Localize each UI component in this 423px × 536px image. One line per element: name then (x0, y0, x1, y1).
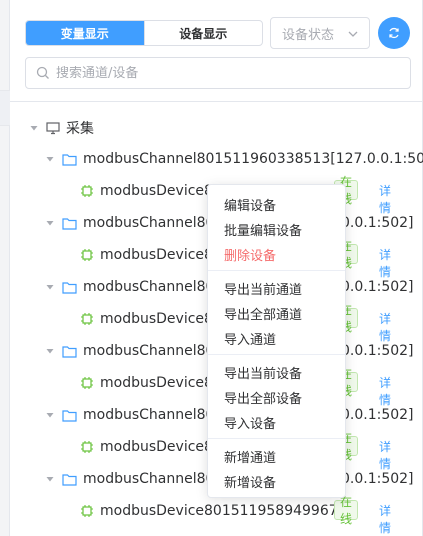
menu-item-edit-device[interactable]: 编辑设备 (224, 195, 276, 214)
tree-root-node[interactable]: 采集 (29, 115, 94, 141)
tree-channel-node[interactable]: modbusChannel80 (45, 274, 214, 300)
device-label: modbusDevice80 (100, 439, 222, 455)
chip-icon (81, 313, 93, 325)
folder-icon (62, 473, 77, 486)
menu-item-import-device[interactable]: 导入设备 (224, 413, 276, 432)
channel-address-suffix: 0.0.1:502] (341, 279, 414, 295)
caret-down-icon (46, 349, 54, 354)
menu-item-export-all-devices[interactable]: 导出全部设备 (224, 388, 302, 407)
tab-device-view[interactable]: 设备显示 (143, 21, 263, 45)
menu-divider (208, 438, 345, 439)
menu-divider (208, 354, 345, 355)
channel-label: modbusChannel801511960338513[127.0.0.1:5… (83, 151, 423, 167)
left-sidebar-edge (0, 0, 10, 536)
search-icon (36, 66, 49, 79)
caret-down-icon (46, 477, 54, 482)
chip-icon (81, 505, 93, 517)
caret-down-icon (30, 126, 38, 131)
menu-item-add-channel[interactable]: 新增通道 (224, 447, 276, 466)
channel-address-suffix: 0.0.1:502] (341, 215, 414, 231)
menu-item-export-all-channels[interactable]: 导出全部通道 (224, 304, 302, 323)
menu-item-export-current-channel[interactable]: 导出当前通道 (224, 279, 302, 298)
channel-address-suffix: 0.0.1:502] (341, 471, 414, 487)
tree-device-node[interactable]: modbusDevice80 (80, 370, 222, 396)
tree-device-node[interactable]: modbusDevice80 (80, 306, 222, 332)
device-label: modbusDevice80 (100, 375, 222, 391)
caret-down-icon (46, 157, 54, 162)
tree-channel-node[interactable]: modbusChannel80 (45, 210, 214, 236)
device-label: modbusDevice80 (100, 183, 222, 199)
folder-icon (62, 281, 77, 294)
tree-root-label: 采集 (66, 121, 94, 137)
caret-down-icon (46, 221, 54, 226)
folder-icon (62, 217, 77, 230)
tree-channel-node[interactable]: modbusChannel80 (45, 338, 214, 364)
channel-label: modbusChannel80 (83, 279, 215, 295)
device-label: modbusDevice80 (100, 311, 222, 327)
device-label: modbusDevice80 (100, 247, 222, 263)
left-sidebar-selected-item[interactable] (0, 90, 10, 126)
chip-icon (81, 377, 93, 389)
tree-device-node[interactable]: modbusDevice801511958949967 (80, 498, 338, 524)
menu-item-export-current-device[interactable]: 导出当前设备 (224, 363, 302, 382)
search-input[interactable] (56, 65, 386, 81)
monitor-icon (46, 122, 60, 135)
channel-label: modbusChannel80 (83, 471, 215, 487)
search-box (25, 57, 411, 89)
device-label: modbusDevice801511958949967 (100, 503, 338, 519)
toolbar: 变量显示 设备显示 设备状态 (25, 17, 411, 49)
tree-channel-node[interactable]: modbusChannel80 (45, 466, 214, 492)
tree-device-node[interactable]: modbusDevice80 (80, 242, 222, 268)
folder-icon (62, 345, 77, 358)
chevron-down-icon (348, 31, 358, 37)
status-badge: 在线 (334, 495, 359, 526)
header-divider (10, 101, 422, 102)
folder-icon (62, 153, 77, 166)
tab-variable-view[interactable]: 变量显示 (26, 21, 144, 45)
refresh-icon (389, 27, 399, 39)
device-status-select[interactable]: 设备状态 (270, 17, 370, 49)
channel-address-suffix: 0.0.1:502] (341, 407, 414, 423)
view-mode-toggle: 变量显示 设备显示 (25, 20, 263, 46)
detail-link[interactable]: 详情 (379, 502, 391, 536)
channel-label: modbusChannel80 (83, 407, 215, 423)
tree-channel-node[interactable]: modbusChannel80 (45, 402, 214, 428)
menu-item-add-device[interactable]: 新增设备 (224, 472, 276, 491)
tree-device-node[interactable]: modbusDevice80 (80, 434, 222, 460)
menu-item-batch-edit-device[interactable]: 批量编辑设备 (224, 220, 302, 239)
tree-channel-node[interactable]: modbusChannel801511960338513[127.0.0.1:5… (45, 146, 423, 172)
channel-label: modbusChannel80 (83, 343, 215, 359)
device-status-placeholder: 设备状态 (282, 27, 335, 43)
channel-label: modbusChannel80 (83, 215, 215, 231)
menu-divider (208, 270, 345, 271)
chip-icon (81, 249, 93, 261)
folder-icon (62, 409, 77, 422)
caret-down-icon (46, 285, 54, 290)
menu-item-import-channel[interactable]: 导入通道 (224, 329, 276, 348)
refresh-button[interactable] (378, 17, 410, 49)
caret-down-icon (46, 413, 54, 418)
tree-device-node[interactable]: modbusDevice80 (80, 178, 222, 204)
channel-address-suffix: 0.0.1:502] (341, 343, 414, 359)
chip-icon (81, 185, 93, 197)
context-menu: 编辑设备 批量编辑设备 删除设备 导出当前通道 导出全部通道 导入通道 导出当前… (207, 184, 346, 498)
menu-item-delete-device[interactable]: 删除设备 (224, 245, 276, 264)
chip-icon (81, 441, 93, 453)
